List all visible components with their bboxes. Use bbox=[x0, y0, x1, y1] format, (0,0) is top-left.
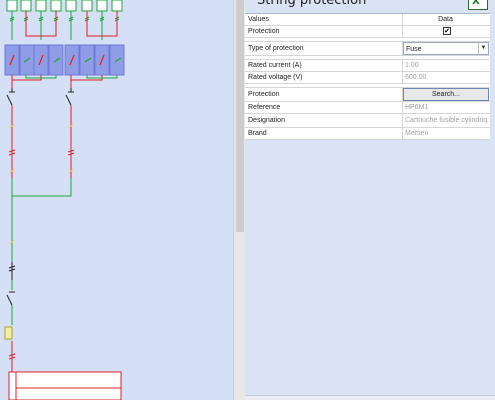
main-breaker[interactable] bbox=[6, 262, 16, 306]
schematic-canvas bbox=[4, 0, 125, 400]
brand-value: Mersen bbox=[402, 128, 488, 139]
protection-checkbox[interactable]: ✔ bbox=[443, 27, 451, 35]
row-rated-voltage: Rated voltage (V) 600.00 bbox=[245, 72, 490, 84]
property-grid: Values Data Protection ✔ Type of protect… bbox=[245, 13, 490, 140]
schematic-diagram[interactable] bbox=[0, 0, 233, 400]
negative-feeders bbox=[11, 178, 72, 262]
row-value: Search... bbox=[402, 88, 489, 101]
row-value: Fuse ▼ bbox=[402, 42, 489, 55]
string-fuses[interactable] bbox=[4, 44, 125, 76]
search-button[interactable]: Search... bbox=[403, 88, 489, 101]
row-label: Rated voltage (V) bbox=[248, 74, 303, 81]
row-protection: Protection ✔ bbox=[245, 26, 490, 38]
output-meter[interactable] bbox=[4, 326, 13, 340]
scrollbar-thumb[interactable] bbox=[236, 0, 244, 232]
checkmark-icon: ✔ bbox=[444, 28, 450, 35]
excel-icon-glyph: X bbox=[472, 0, 480, 7]
row-rated-current: Rated current (A) 1.00 bbox=[245, 60, 490, 72]
row-label: Reference bbox=[248, 104, 281, 111]
row-brand: Brand Mersen bbox=[245, 128, 490, 140]
title-block bbox=[8, 371, 122, 400]
panel-title: String protection bbox=[257, 0, 367, 8]
string-terminals bbox=[6, 0, 123, 12]
diagram-vertical-scrollbar[interactable] bbox=[233, 0, 245, 400]
protection-type-select[interactable]: Fuse ▼ bbox=[403, 42, 489, 55]
select-value: Fuse bbox=[406, 46, 422, 53]
row-value: ✔ bbox=[402, 26, 488, 37]
feeder-markers bbox=[9, 123, 74, 245]
row-label: Brand bbox=[248, 130, 267, 137]
row-designation: Designation Cartouche fusible cylindriq.… bbox=[245, 114, 490, 128]
header-values: Values bbox=[248, 16, 269, 23]
disconnect-switches[interactable] bbox=[6, 88, 74, 106]
row-label: Protection bbox=[248, 28, 280, 35]
row-type-of-protection: Type of protection Fuse ▼ bbox=[245, 42, 490, 56]
row-reference: Reference HP6M1 bbox=[245, 102, 490, 114]
reference-value: HP6M1 bbox=[402, 102, 488, 113]
rated-current-value: 1.00 bbox=[402, 60, 488, 71]
row-label: Designation bbox=[248, 117, 285, 124]
rated-voltage-value: 600.00 bbox=[402, 72, 488, 83]
panel-bottom-edge bbox=[245, 395, 495, 400]
row-label: Protection bbox=[248, 91, 280, 98]
designation-value: Cartouche fusible cylindriq... bbox=[402, 114, 488, 127]
properties-panel: String protection X Values Data Protecti… bbox=[245, 0, 495, 400]
excel-export-icon[interactable]: X bbox=[468, 0, 488, 10]
row-label: Rated current (A) bbox=[248, 62, 302, 69]
row-protection-search: Protection Search... bbox=[245, 88, 490, 102]
header-data: Data bbox=[402, 14, 488, 25]
row-label: Type of protection bbox=[248, 45, 304, 52]
grid-header: Values Data bbox=[245, 14, 490, 26]
chevron-down-icon[interactable]: ▼ bbox=[478, 43, 488, 54]
positive-feeders bbox=[11, 105, 72, 178]
feeder-ticks bbox=[8, 149, 75, 156]
